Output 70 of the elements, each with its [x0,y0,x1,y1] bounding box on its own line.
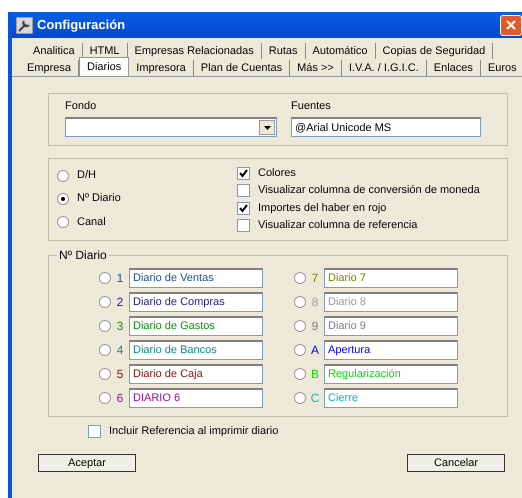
checkbox[interactable] [88,425,101,438]
wrench-icon [16,16,33,34]
radio-button[interactable] [294,320,306,332]
field-label: Fuentes [291,100,332,114]
input-field[interactable]: DIARIO 6 [129,388,263,408]
window-title: Configuración [37,17,126,33]
input-field[interactable]: Diario 9 [324,316,458,336]
diary-number: 8 [310,294,320,310]
close-icon [506,20,516,30]
diary-number: 7 [310,270,320,286]
radio-button[interactable] [99,272,111,284]
tab[interactable]: Euros [480,60,522,76]
input-field[interactable]: Diario de Caja [129,364,263,384]
input-field[interactable]: Diario de Ventas [129,268,263,288]
tab[interactable]: Rutas [262,43,306,59]
radio-button[interactable] [294,392,306,404]
diary-number: 2 [116,294,124,310]
diary-number: 6 [116,390,124,406]
diary-number: C [310,390,320,406]
input-field[interactable]: Apertura [324,340,458,360]
dialog-button[interactable]: Aceptar [38,454,136,472]
radio-button[interactable] [294,272,306,284]
radio-button[interactable] [57,170,69,182]
field-label: Fondo [65,100,98,114]
checkbox-label: Visualizar columna de referencia [258,218,418,232]
input-field[interactable]: @Arial Unicode MS [291,117,481,138]
option-label: Nº Diario [77,192,121,206]
input-field[interactable]: Diario de Gastos [129,316,263,336]
tab[interactable]: I.V.A. / I.G.I.C. [342,60,427,76]
radio-button[interactable] [99,392,111,404]
checkbox-label: Importes del haber en rojo [258,202,386,215]
radio-button[interactable] [99,320,111,332]
radio-button[interactable] [99,296,111,308]
checkbox-label: Incluir Referencia al imprimir diario [109,424,278,438]
option-label: Canal [77,216,106,229]
radio-button[interactable] [57,216,69,228]
diary-number: B [310,366,320,382]
checkbox[interactable] [237,202,250,215]
diary-number: 3 [116,318,124,334]
dropdown-field[interactable] [65,117,277,138]
checkbox-label: Colores [258,167,296,180]
radio-button[interactable] [294,344,306,356]
diary-number: 4 [116,342,124,358]
radio-button[interactable] [294,296,306,308]
tab[interactable]: Más >> [290,60,342,76]
diary-number: A [310,342,320,358]
input-field[interactable]: Diario 7 [324,268,458,288]
tab[interactable]: Copias de Seguridad [376,43,494,59]
tab[interactable]: Enlaces [426,60,481,76]
radio-button[interactable] [294,368,306,380]
checkbox-label: Visualizar columna de conversión de moneda [258,184,480,198]
tab[interactable]: Plan de Cuentas [194,60,290,76]
diary-number: 9 [310,318,320,334]
tab[interactable]: Diarios [79,57,130,76]
radio-button[interactable] [99,368,111,380]
checkbox[interactable] [237,218,250,232]
diary-number: 5 [116,366,124,382]
dialog-button[interactable]: Cancelar [407,454,505,472]
group-title: Nº Diario [57,248,109,262]
radio-button[interactable] [99,344,111,356]
checkbox[interactable] [237,167,250,180]
input-field[interactable]: Diario de Bancos [129,340,263,360]
close-button[interactable] [500,14,522,36]
diary-number: 1 [116,270,124,286]
tab[interactable]: Automático [306,43,376,59]
input-field[interactable]: Diario de Compras [129,292,263,312]
tab[interactable]: Impresora [129,60,194,76]
option-label: D/H [77,169,96,182]
radio-button[interactable] [57,192,69,205]
checkbox[interactable] [237,184,250,198]
